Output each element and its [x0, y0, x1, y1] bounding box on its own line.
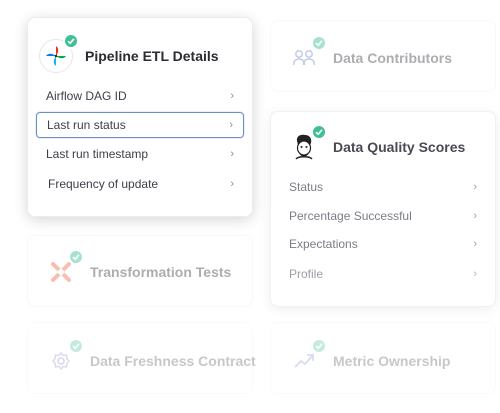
freshness-logo — [44, 338, 84, 378]
chevron-right-icon: › — [473, 210, 477, 222]
data-contributors-card[interactable]: Data Contributors — [270, 20, 496, 92]
trend-arrow-icon — [294, 354, 314, 368]
card-title: Data Quality Scores — [333, 139, 466, 155]
metric-logo — [287, 338, 327, 378]
card-title: Metric Ownership — [333, 353, 451, 369]
chevron-right-icon: › — [473, 181, 477, 193]
check-icon — [315, 129, 323, 136]
verified-badge — [68, 338, 84, 354]
card-title: Transformation Tests — [90, 264, 232, 280]
item-label: Expectations — [289, 237, 358, 251]
data-freshness-card[interactable]: Data Freshness Contract — [27, 322, 256, 394]
check-icon — [72, 343, 80, 350]
transformation-tests-card[interactable]: Transformation Tests — [27, 235, 253, 307]
quality-item-percentage-successful[interactable]: Percentage Successful › — [279, 203, 487, 229]
quality-item-expectations[interactable]: Expectations › — [279, 231, 487, 257]
pipeline-item-last-run-timestamp[interactable]: Last run timestamp › — [36, 141, 244, 167]
metric-ownership-card[interactable]: Metric Ownership — [270, 322, 496, 394]
pipeline-etl-card[interactable]: Pipeline ETL Details Airflow DAG ID › La… — [27, 17, 253, 217]
card-title: Data Contributors — [333, 50, 452, 66]
verified-badge — [311, 338, 327, 354]
chevron-right-icon: › — [229, 119, 233, 131]
check-icon — [72, 254, 80, 261]
card-title: Data Freshness Contract — [90, 353, 256, 369]
item-label: Profile — [289, 267, 324, 281]
item-label: Last run timestamp — [46, 147, 149, 161]
verified-badge — [311, 124, 327, 140]
item-label: Last run status — [47, 118, 126, 132]
people-icon — [292, 50, 316, 66]
airflow-logo — [39, 33, 79, 73]
dbt-x-icon — [51, 262, 71, 282]
item-label: Status — [289, 180, 324, 194]
great-expectations-logo — [287, 124, 327, 164]
pipeline-item-last-run-status[interactable]: Last run status › — [36, 112, 244, 138]
chevron-right-icon: › — [473, 238, 477, 250]
pipeline-item-airflow-dag-id[interactable]: Airflow DAG ID › — [36, 83, 244, 109]
verified-badge — [311, 35, 327, 51]
contributors-logo — [287, 35, 327, 75]
item-label: Percentage Successful — [289, 209, 412, 223]
data-quality-card[interactable]: Data Quality Scores Status › Percentage … — [270, 111, 496, 307]
item-label: Frequency of update — [48, 177, 159, 191]
airflow-pinwheel-icon — [46, 46, 66, 66]
chevron-right-icon: › — [230, 178, 234, 190]
quality-item-profile[interactable]: Profile › — [279, 261, 487, 287]
catalog-canvas: Data Contributors Transformation Tests D… — [0, 0, 500, 413]
verified-badge — [63, 33, 79, 49]
card-title: Pipeline ETL Details — [85, 48, 219, 64]
pipeline-item-frequency-of-update[interactable]: Frequency of update › — [36, 171, 244, 197]
check-icon — [315, 40, 323, 47]
dbt-logo — [44, 249, 84, 289]
chevron-right-icon: › — [473, 268, 477, 280]
item-label: Airflow DAG ID — [46, 89, 127, 103]
check-icon — [67, 38, 75, 45]
verified-badge — [68, 249, 84, 265]
check-icon — [315, 343, 323, 350]
chevron-right-icon: › — [230, 90, 234, 102]
chevron-right-icon: › — [230, 148, 234, 160]
quality-item-status[interactable]: Status › — [279, 174, 487, 200]
gear-icon — [52, 351, 70, 371]
